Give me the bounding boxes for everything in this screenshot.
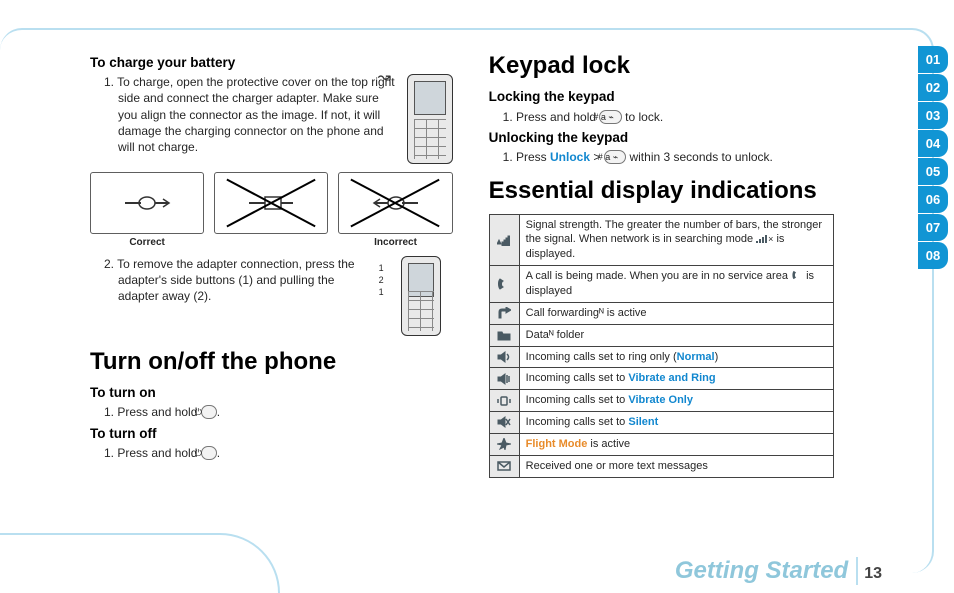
section-tab-02[interactable]: 02: [918, 74, 948, 101]
table-row: Incoming calls set to Vibrate Only: [489, 390, 833, 412]
plane-icon: [489, 433, 519, 455]
keypad-title: Keypad lock: [489, 50, 834, 82]
cross-icon: [221, 179, 321, 227]
fwd-icon: [489, 302, 519, 324]
signal-icon: [489, 214, 519, 266]
msg-icon: [489, 455, 519, 477]
indicator-description: A call is being made. When you are in no…: [519, 266, 833, 303]
table-row: Call forwardingᴺ is active: [489, 302, 833, 324]
section-tabs: 0102030405060708: [918, 46, 948, 269]
hash-key-icon: # a ⌁: [604, 150, 626, 164]
turn-off-heading: To turn off: [90, 425, 453, 443]
table-row: A call is being made. When you are in no…: [489, 266, 833, 303]
section-tab-08[interactable]: 08: [918, 242, 948, 269]
table-row: Received one or more text messages: [489, 455, 833, 477]
turn-on-heading: To turn on: [90, 384, 453, 402]
spk-icon: [489, 346, 519, 368]
indicator-description: Flight Mode is active: [519, 433, 833, 455]
end-key-icon: ⏻: [201, 405, 217, 419]
page-footer: Getting Started 13: [675, 557, 882, 585]
turn-on-step: 1. Press and hold ⏻.: [104, 404, 453, 420]
footer-page-number: 13: [864, 565, 882, 583]
section-tab-07[interactable]: 07: [918, 214, 948, 241]
call-icon: [489, 266, 519, 303]
mode-link: Vibrate and Ring: [628, 372, 715, 384]
display-indicators-table: Signal strength. The greater the number …: [489, 214, 834, 478]
table-row: Flight Mode is active: [489, 433, 833, 455]
charge-heading: To charge your battery: [90, 54, 453, 72]
end-key-icon: ⏻: [201, 446, 217, 460]
unlock-softkey-label: Unlock: [550, 150, 590, 164]
table-row: Incoming calls set to Vibrate and Ring: [489, 368, 833, 390]
turn-off-step: 1. Press and hold ⏻.: [104, 445, 453, 461]
mode-link: Flight Mode: [526, 438, 588, 450]
indicator-description: Signal strength. The greater the number …: [519, 214, 833, 266]
vib-icon: [489, 390, 519, 412]
unlock-heading: Unlocking the keypad: [489, 129, 834, 147]
lock-step: 1. Press and hold # a ⌁ to lock.: [503, 109, 834, 125]
indicator-description: Incoming calls set to Vibrate and Ring: [519, 368, 833, 390]
right-column: Keypad lock Locking the keypad 1. Press …: [489, 50, 834, 543]
connector-remove-illustration: 1 2 1: [383, 256, 453, 336]
power-title: Turn on/off the phone: [90, 346, 453, 378]
phone-illustration-charging: ↝: [407, 74, 453, 164]
indicator-description: Dataᴺ folder: [519, 324, 833, 346]
section-tab-06[interactable]: 06: [918, 186, 948, 213]
lock-heading: Locking the keypad: [489, 88, 834, 106]
left-column: To charge your battery 1. To charge, ope…: [90, 50, 453, 543]
table-row: Signal strength. The greater the number …: [489, 214, 833, 266]
section-tab-05[interactable]: 05: [918, 158, 948, 185]
charge-step-1: 1. To charge, open the protective cover …: [104, 74, 397, 155]
mode-link: Vibrate Only: [628, 394, 693, 406]
section-tab-04[interactable]: 04: [918, 130, 948, 157]
section-tab-03[interactable]: 03: [918, 102, 948, 129]
no-service-icon: [791, 270, 803, 282]
table-row: Dataᴺ folder: [489, 324, 833, 346]
mode-link: Normal: [677, 351, 715, 363]
indicator-description: Incoming calls set to Silent: [519, 412, 833, 434]
indicator-description: Incoming calls set to ring only (Normal): [519, 346, 833, 368]
page-content: To charge your battery 1. To charge, ope…: [90, 50, 834, 543]
charger-incorrect-illustration-2: [338, 172, 452, 234]
mode-link: Silent: [628, 416, 658, 428]
hash-key-icon: # a ⌁: [599, 110, 621, 124]
charger-arrow-icon: ↝: [378, 67, 391, 89]
charger-orientation-row: Correct Incorrect: [90, 172, 453, 250]
charger-correct-illustration: [90, 172, 204, 234]
table-row: Incoming calls set to ring only (Normal): [489, 346, 833, 368]
signal-search-icon: [756, 235, 768, 243]
table-row: Incoming calls set to Silent: [489, 412, 833, 434]
cross-icon: [345, 179, 445, 227]
folder-icon: [489, 324, 519, 346]
spkvib-icon: [489, 368, 519, 390]
unlock-step: 1. Press Unlock > # a ⌁ within 3 seconds…: [503, 149, 834, 165]
indicator-description: Call forwardingᴺ is active: [519, 302, 833, 324]
display-title: Essential display indications: [489, 175, 834, 207]
mute-icon: [489, 412, 519, 434]
footer-section-title: Getting Started: [675, 557, 858, 585]
section-tab-01[interactable]: 01: [918, 46, 948, 73]
charge-step-2: 2. To remove the adapter connection, pre…: [104, 256, 375, 305]
indicator-description: Incoming calls set to Vibrate Only: [519, 390, 833, 412]
charger-incorrect-illustration-1: [214, 172, 328, 234]
charger-correct-label: Correct: [90, 236, 204, 250]
charger-incorrect-label: Incorrect: [338, 236, 452, 250]
indicator-description: Received one or more text messages: [519, 455, 833, 477]
